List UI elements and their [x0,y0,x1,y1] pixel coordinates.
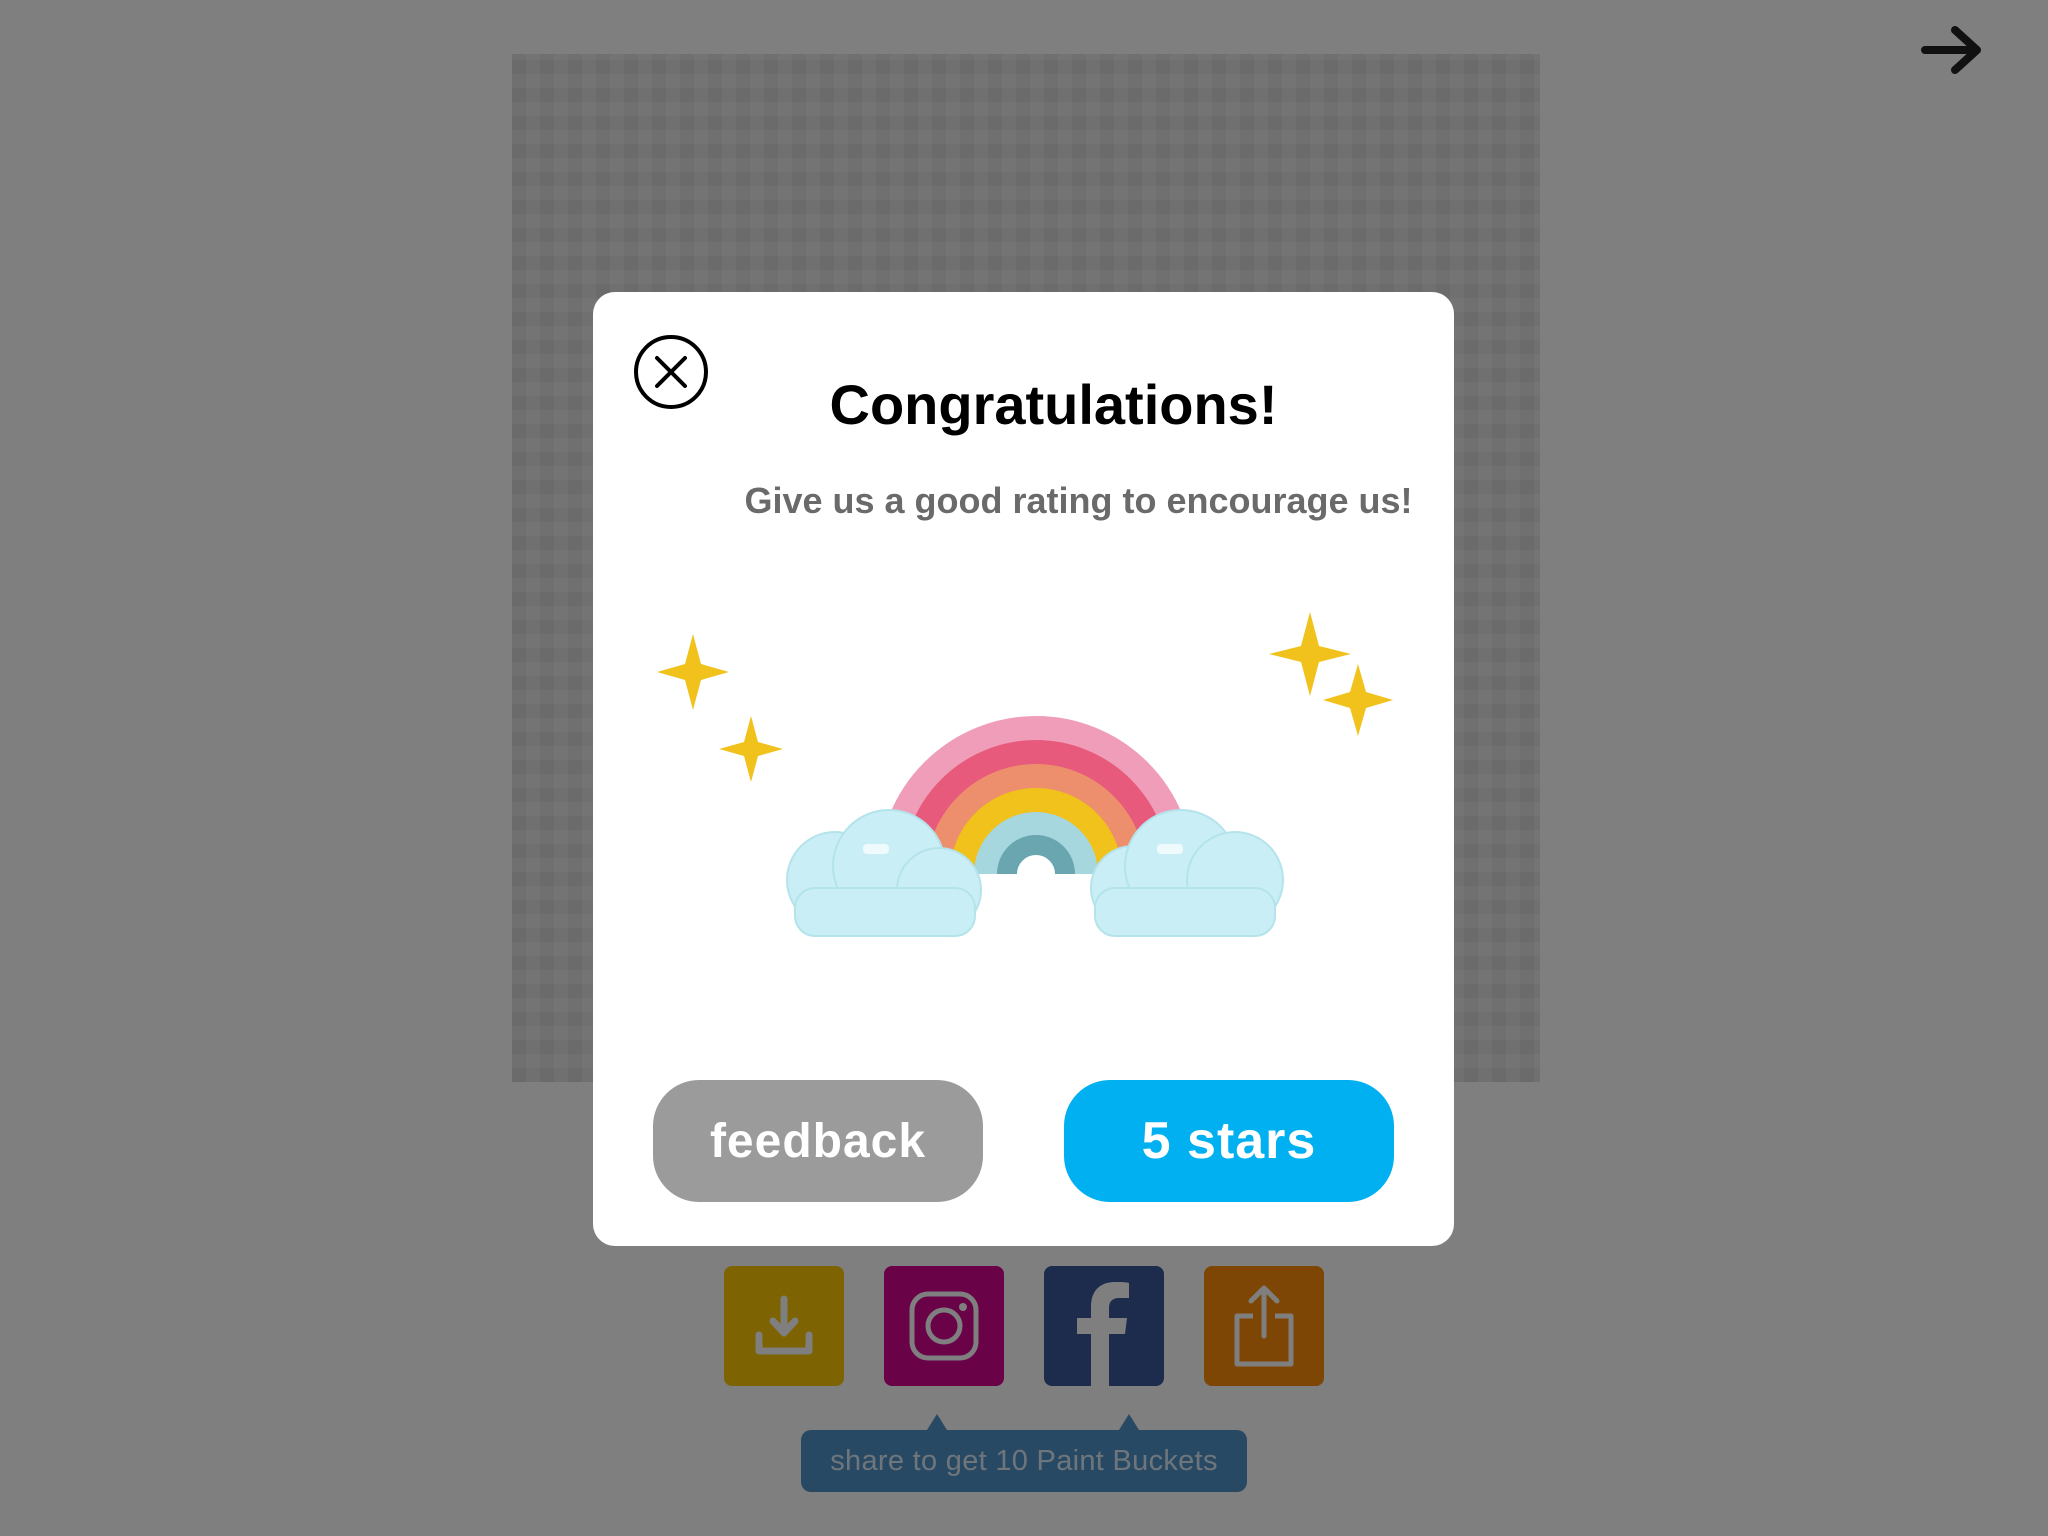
dialog-title: Congratulations! [829,373,1278,436]
feedback-button[interactable]: feedback [653,1080,983,1202]
rating-dialog: Congratulations! Give us a good rating t… [593,292,1454,1246]
rainbow-illustration [657,612,1393,937]
dialog-subtitle: Give us a good rating to encourage us! [744,480,1413,521]
five-stars-button[interactable]: 5 stars [1064,1080,1394,1202]
